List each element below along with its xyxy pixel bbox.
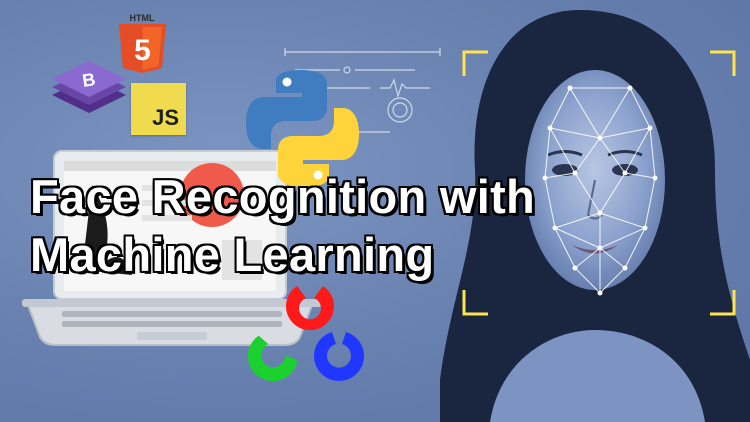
javascript-label: JS bbox=[152, 105, 179, 130]
html5-number: 5 bbox=[134, 34, 151, 67]
thumbnail-canvas: B HTML 5 JS Face Recognition with Machin… bbox=[0, 0, 750, 422]
page-title: Face Recognition with Machine Learning bbox=[28, 168, 536, 284]
svg-text:B: B bbox=[81, 69, 97, 91]
svg-text:HTML: HTML bbox=[130, 13, 155, 23]
title-line-2: Machine Learning bbox=[28, 227, 435, 283]
javascript-icon: JS bbox=[131, 83, 186, 135]
opencv-icon bbox=[247, 286, 364, 382]
html5-icon: HTML 5 bbox=[119, 13, 166, 73]
title-line-1: Face Recognition with bbox=[28, 169, 536, 225]
